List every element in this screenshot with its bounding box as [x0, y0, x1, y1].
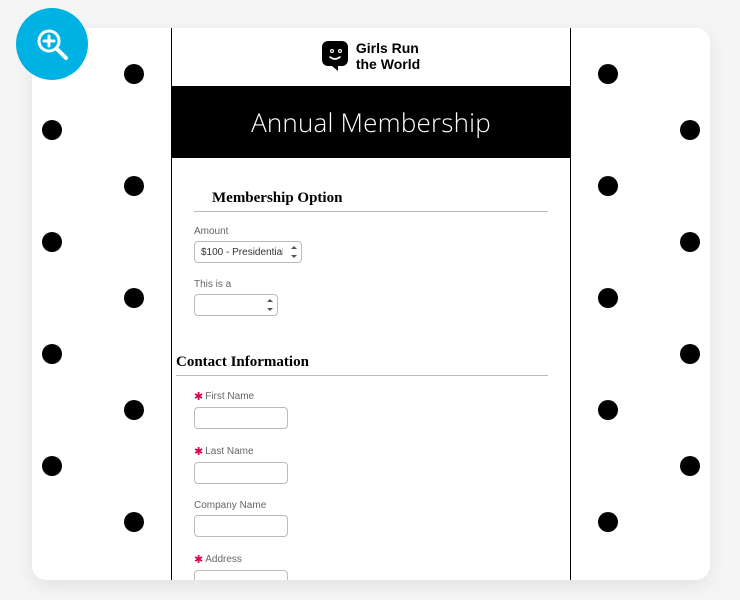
zoom-in-icon	[34, 26, 70, 62]
amount-select[interactable]: $100 - Presidential	[194, 241, 302, 263]
first-name-field: ✱ First Name	[194, 390, 548, 429]
contact-section-title: Contact Information	[176, 354, 548, 376]
form-area: Membership Option Amount $100 - Presiden…	[172, 158, 570, 580]
address-input[interactable]	[194, 570, 288, 580]
logo-icon	[322, 41, 348, 71]
zoom-button[interactable]	[16, 8, 88, 80]
amount-label: Amount	[194, 226, 548, 237]
required-icon: ✱	[194, 390, 203, 403]
address-label: Address	[205, 554, 242, 565]
thisisa-select[interactable]	[194, 294, 278, 316]
thisisa-field: This is a	[194, 279, 548, 316]
address-field: ✱ Address	[194, 553, 548, 580]
thisisa-label: This is a	[194, 279, 548, 290]
brand-name: Girls Run the World	[356, 40, 420, 72]
membership-section: Membership Option Amount $100 - Presiden…	[194, 190, 548, 316]
contact-section: Contact Information ✱ First Name ✱ Last …	[176, 354, 548, 580]
last-name-label: Last Name	[205, 446, 253, 457]
screenshot-card: Girls Run the World Annual Membership Me…	[32, 28, 710, 580]
company-name-label: Company Name	[194, 500, 266, 511]
first-name-input[interactable]	[194, 407, 288, 429]
form-page: Girls Run the World Annual Membership Me…	[171, 28, 571, 580]
brand-header: Girls Run the World	[172, 28, 570, 86]
amount-field: Amount $100 - Presidential	[194, 226, 548, 263]
company-name-input[interactable]	[194, 515, 288, 537]
last-name-input[interactable]	[194, 462, 288, 484]
page-title-banner: Annual Membership	[172, 86, 570, 158]
membership-section-title: Membership Option	[194, 190, 548, 212]
required-icon: ✱	[194, 445, 203, 458]
brand-line2: the World	[356, 56, 420, 72]
required-icon: ✱	[194, 553, 203, 566]
first-name-label: First Name	[205, 391, 254, 402]
last-name-field: ✱ Last Name	[194, 445, 548, 484]
company-name-field: Company Name	[194, 500, 548, 537]
brand-line1: Girls Run	[356, 40, 420, 56]
